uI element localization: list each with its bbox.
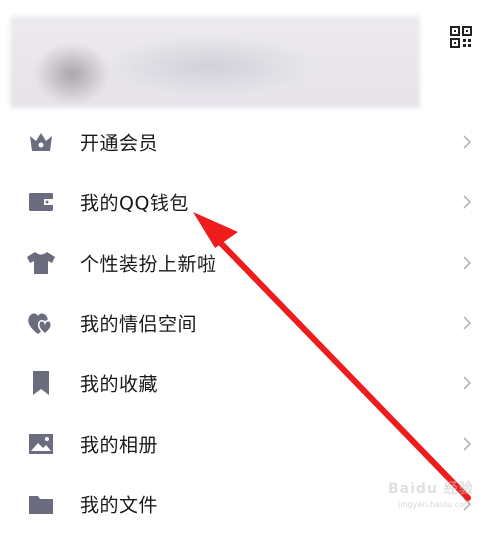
menu-item-label: 个性装扮上新啦	[80, 253, 217, 276]
folder-icon	[25, 488, 57, 520]
watermark-url: jingyan.baidu.com	[398, 500, 472, 509]
menu-item-label: 我的QQ钱包	[80, 192, 189, 215]
profile-header-blurred[interactable]	[10, 16, 420, 108]
hearts-icon	[25, 307, 57, 339]
menu-item-album[interactable]: 我的相册	[0, 413, 500, 473]
tshirt-icon	[25, 247, 57, 279]
chevron-right-icon	[463, 316, 472, 330]
qr-code-icon[interactable]	[450, 26, 472, 48]
menu-item-label: 我的文件	[80, 494, 159, 517]
menu-item-theme[interactable]: 个性装扮上新啦	[0, 233, 500, 293]
photo-icon	[25, 428, 57, 460]
bookmark-icon	[25, 367, 57, 399]
chevron-right-icon	[463, 437, 472, 451]
menu-item-favorites[interactable]: 我的收藏	[0, 353, 500, 413]
menu-item-couple-space[interactable]: 我的情侣空间	[0, 293, 500, 353]
menu-item-label: 我的情侣空间	[80, 313, 198, 336]
chevron-right-icon	[463, 195, 472, 210]
wallet-icon	[25, 186, 57, 218]
side-menu-list: 开通会员 我的QQ钱包 个性装扮上新啦 我的情侣空间 我的收藏 我的相册 我的文…	[0, 112, 500, 534]
watermark-logo: Baidu 经验	[388, 481, 474, 497]
menu-item-vip[interactable]: 开通会员	[0, 112, 500, 172]
menu-item-label: 我的收藏	[80, 373, 159, 396]
menu-item-label: 我的相册	[80, 434, 159, 457]
chevron-right-icon	[463, 135, 472, 149]
menu-item-label: 开通会员	[80, 132, 159, 155]
menu-item-wallet[interactable]: 我的QQ钱包	[0, 172, 500, 232]
chevron-right-icon	[463, 256, 472, 270]
crown-icon	[25, 126, 57, 158]
chevron-right-icon	[463, 376, 472, 390]
